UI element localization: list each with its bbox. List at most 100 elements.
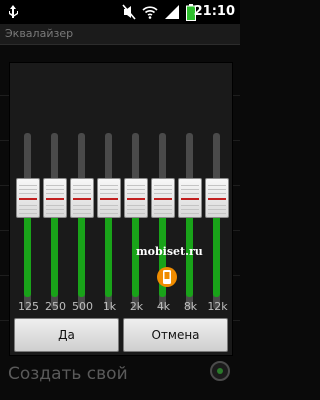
equalizer-dialog: 125 250 500 1k 2k 4k 8k 12k Да Отмена [9, 62, 233, 356]
thumb-grip-line [208, 213, 226, 214]
band-label: 2k [129, 300, 144, 313]
thumb-level-marker [100, 198, 118, 200]
band-slider-125[interactable]: 125 [15, 63, 42, 318]
thumb-grip-line [127, 205, 145, 206]
thumb-grip-line [208, 189, 226, 190]
thumb-grip-line [100, 209, 118, 210]
band-slider-2k[interactable]: 2k [123, 63, 150, 318]
slider-thumb[interactable] [97, 178, 121, 218]
thumb-grip-line [73, 193, 91, 194]
status-bar: 21:10 [0, 0, 240, 24]
band-label: 1k [102, 300, 117, 313]
thumb-grip-line [154, 189, 172, 190]
thumb-grip-line [19, 209, 37, 210]
thumb-grip-line [154, 185, 172, 186]
thumb-grip-line [181, 189, 199, 190]
thumb-grip-line [19, 193, 37, 194]
slider-thumb[interactable] [151, 178, 175, 218]
band-slider-12k[interactable]: 12k [204, 63, 231, 318]
thumb-level-marker [154, 198, 172, 200]
status-time: 21:10 [193, 4, 235, 19]
band-label: 8k [183, 300, 198, 313]
cancel-button[interactable]: Отмена [123, 318, 228, 352]
create-custom-radio[interactable] [210, 361, 230, 381]
thumb-grip-line [154, 209, 172, 210]
thumb-grip-line [100, 205, 118, 206]
slider-thumb[interactable] [43, 178, 67, 218]
usb-icon [9, 5, 18, 18]
title-bar: Эквалайзер [0, 24, 240, 45]
ok-button[interactable]: Да [14, 318, 119, 352]
band-label: 250 [45, 300, 66, 313]
band-slider-250[interactable]: 250 [42, 63, 69, 318]
thumb-grip-line [46, 209, 64, 210]
thumb-grip-line [154, 205, 172, 206]
thumb-grip-line [100, 193, 118, 194]
thumb-grip-line [100, 213, 118, 214]
signal-icon [165, 5, 179, 19]
thumb-grip-line [73, 213, 91, 214]
watermark-phone-icon [157, 267, 177, 287]
slider-fill [213, 218, 220, 297]
thumb-grip-line [73, 205, 91, 206]
slider-fill [24, 218, 31, 297]
watermark-text: mobiset.ru [136, 245, 203, 258]
band-slider-1k[interactable]: 1k [96, 63, 123, 318]
thumb-grip-line [181, 193, 199, 194]
thumb-grip-line [127, 185, 145, 186]
thumb-grip-line [46, 185, 64, 186]
thumb-grip-line [181, 185, 199, 186]
thumb-grip-line [127, 193, 145, 194]
thumb-grip-line [46, 213, 64, 214]
thumb-grip-line [46, 205, 64, 206]
band-label: 12k [207, 300, 228, 313]
slider-thumb[interactable] [178, 178, 202, 218]
thumb-grip-line [181, 213, 199, 214]
band-slider-500[interactable]: 500 [69, 63, 96, 318]
thumb-level-marker [46, 198, 64, 200]
band-label: 4k [156, 300, 171, 313]
thumb-grip-line [127, 213, 145, 214]
thumb-grip-line [181, 205, 199, 206]
slider-thumb[interactable] [70, 178, 94, 218]
thumb-grip-line [73, 209, 91, 210]
thumb-grip-line [46, 189, 64, 190]
thumb-grip-line [208, 193, 226, 194]
slider-fill [105, 218, 112, 297]
thumb-grip-line [100, 185, 118, 186]
slider-fill [78, 218, 85, 297]
ok-button-label: Да [58, 328, 75, 342]
band-label: 500 [72, 300, 93, 313]
page-title: Эквалайзер [5, 27, 74, 40]
thumb-level-marker [127, 198, 145, 200]
thumb-grip-line [19, 185, 37, 186]
thumb-level-marker [208, 198, 226, 200]
slider-fill [51, 218, 58, 297]
thumb-grip-line [19, 189, 37, 190]
thumb-grip-line [19, 213, 37, 214]
thumb-level-marker [19, 198, 37, 200]
thumb-grip-line [208, 205, 226, 206]
thumb-grip-line [127, 189, 145, 190]
thumb-grip-line [46, 193, 64, 194]
band-slider-8k[interactable]: 8k [177, 63, 204, 318]
mute-icon [122, 4, 136, 20]
slider-thumb[interactable] [16, 178, 40, 218]
thumb-level-marker [73, 198, 91, 200]
band-label: 125 [18, 300, 39, 313]
thumb-grip-line [73, 185, 91, 186]
thumb-grip-line [100, 189, 118, 190]
thumb-level-marker [181, 198, 199, 200]
thumb-grip-line [127, 209, 145, 210]
thumb-grip-line [73, 189, 91, 190]
thumb-grip-line [19, 205, 37, 206]
thumb-grip-line [208, 209, 226, 210]
slider-thumb[interactable] [124, 178, 148, 218]
create-custom-item[interactable]: Создать свой [8, 364, 128, 384]
cancel-button-label: Отмена [151, 328, 200, 342]
slider-thumb[interactable] [205, 178, 229, 218]
thumb-grip-line [154, 193, 172, 194]
thumb-grip-line [208, 185, 226, 186]
equalizer-bands: 125 250 500 1k 2k 4k 8k 12k [10, 63, 232, 318]
thumb-grip-line [154, 213, 172, 214]
